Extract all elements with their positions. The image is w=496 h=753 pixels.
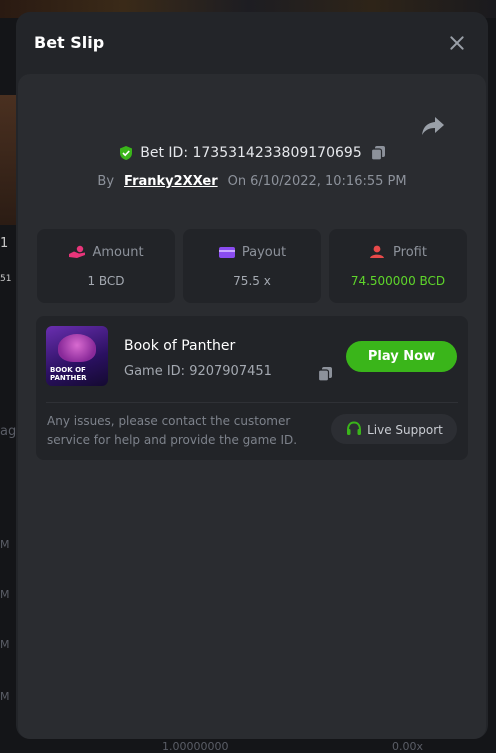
profit-value: 74.500000 BCD [329, 274, 467, 288]
payout-card: Payout 75.5 x [183, 229, 321, 303]
by-label: By [97, 174, 114, 189]
headset-icon [345, 420, 363, 438]
payout-label-row: Payout [183, 245, 321, 260]
user-link[interactable]: Franky2XXer [124, 174, 218, 189]
close-icon[interactable] [446, 32, 468, 54]
panther-art [58, 334, 96, 362]
background-small-text: 51 [0, 274, 11, 284]
profit-card: Profit 74.500000 BCD [329, 229, 467, 303]
live-support-label: Live Support [367, 423, 443, 437]
modal-title: Bet Slip [34, 33, 104, 52]
background-m-text: M [0, 538, 10, 551]
background-glyph: 1 [0, 236, 8, 251]
play-now-button[interactable]: Play Now [346, 341, 457, 372]
profit-label: Profit [393, 245, 427, 260]
background-game-thumb [0, 95, 16, 225]
amount-label: Amount [92, 245, 143, 260]
hand-coin-icon [68, 245, 86, 259]
bet-author-row: By Franky2XXer On 6/10/2022, 10:16:55 PM [16, 174, 488, 189]
payout-value: 75.5 x [183, 274, 321, 288]
background-bottom-right: 0.00x [392, 740, 423, 753]
background-bottom-amount: 1.00000000 [162, 740, 228, 753]
wallet-icon [218, 245, 236, 259]
amount-card: Amount 1 BCD [37, 229, 175, 303]
game-name: Book of Panther [124, 338, 235, 354]
live-support-button[interactable]: Live Support [331, 414, 457, 444]
bet-id-row: Bet ID: 1735314233809170695 [16, 145, 488, 161]
share-icon[interactable] [421, 115, 445, 137]
background-m-text: M [0, 690, 10, 703]
divider [46, 402, 458, 403]
payout-label: Payout [242, 245, 286, 260]
user-profit-icon [369, 245, 387, 259]
game-thumbnail-title: BOOK OF PANTHER [50, 366, 108, 382]
game-card: BOOK OF PANTHER Book of Panther Game ID:… [36, 316, 468, 460]
copy-icon[interactable] [370, 145, 386, 161]
bet-id: Bet ID: 1735314233809170695 [140, 145, 361, 161]
background-side-text: ag [0, 424, 16, 439]
profit-label-row: Profit [329, 245, 467, 260]
game-id: Game ID: 9207907451 [124, 364, 272, 379]
background-m-text: M [0, 638, 10, 651]
copy-icon[interactable] [317, 366, 333, 382]
background-m-text: M [0, 588, 10, 601]
amount-label-row: Amount [37, 245, 175, 260]
game-thumbnail[interactable]: BOOK OF PANTHER [46, 326, 108, 386]
on-label: On [228, 174, 246, 189]
amount-value: 1 BCD [37, 274, 175, 288]
bet-slip-modal: Bet Slip Bet ID: 1735314233809170695 By F… [16, 12, 488, 739]
shield-check-icon [118, 145, 134, 161]
bet-timestamp: 6/10/2022, 10:16:55 PM [250, 174, 407, 189]
support-note: Any issues, please contact the customer … [47, 412, 317, 450]
